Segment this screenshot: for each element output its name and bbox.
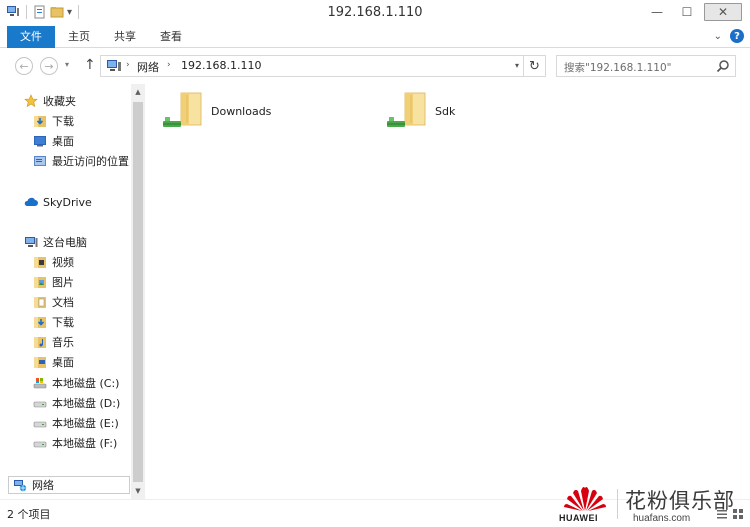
nav-drive-f[interactable]: 本地磁盘 (F:) [33,434,117,452]
star-icon [24,94,38,108]
scroll-thumb[interactable] [133,102,143,482]
downloads-folder-icon [34,317,46,328]
downloads-folder-icon [34,116,46,127]
nav-drive-c[interactable]: 本地磁盘 (C:) [33,374,119,392]
address-bar[interactable]: › 网络 › 192.168.1.110 ▾ [100,55,524,77]
navigation-bar: ← → ▾ ↑ › 网络 › 192.168.1.110 ▾ ↻ 搜索"192.… [0,48,750,84]
tab-file[interactable]: 文件 [7,26,55,48]
nav-skydrive[interactable]: SkyDrive [24,193,92,211]
title-bar: ▾ 192.168.1.110 — ☐ ✕ [0,0,750,26]
breadcrumb-separator-icon[interactable]: › [167,60,171,70]
expand-ribbon-icon[interactable]: ⌄ [714,31,722,42]
nav-videos[interactable]: 视频 [33,253,74,271]
desktop-folder-icon [34,357,46,368]
nav-network[interactable]: 网络 [8,476,130,494]
breadcrumb-host[interactable]: 192.168.1.110 [181,59,261,72]
computer-icon [25,237,38,247]
file-list: Downloads Sdk [145,84,750,499]
desktop-icon [34,136,46,147]
nav-favorites-recent[interactable]: 最近访问的位置 [33,152,129,170]
navigation-pane: 收藏夹 下载 桌面 最近访问的位置 SkyDrive 这台电脑 视频 图片 文档… [0,84,145,499]
recent-places-icon [34,156,46,166]
up-button[interactable]: ↑ [84,57,96,73]
nav-favorites-desktop[interactable]: 桌面 [33,132,74,150]
watermark-url: huafans.com [633,513,691,524]
breadcrumb-network[interactable]: 网络 [137,59,159,75]
cloud-icon [24,197,38,206]
address-history-icon[interactable]: ▾ [515,61,519,70]
watermark: HUAWEI 花粉俱乐部 huafans.com [555,483,750,527]
watermark-brand: HUAWEI [559,513,598,523]
nav-favorites-downloads[interactable]: 下载 [33,112,74,130]
nav-drive-e[interactable]: 本地磁盘 (E:) [33,414,119,432]
minimize-button[interactable]: — [644,3,670,21]
search-input[interactable]: 搜索"192.168.1.110" [556,55,736,77]
search-placeholder: 搜索"192.168.1.110" [564,62,672,74]
item-count: 2 个项目 [7,508,51,521]
folder-name: Sdk [435,104,456,118]
nav-desktop[interactable]: 桌面 [33,353,74,371]
tab-share[interactable]: 共享 [106,26,144,48]
maximize-button[interactable]: ☐ [674,3,700,21]
close-button[interactable]: ✕ [704,3,742,21]
refresh-button[interactable]: ↻ [524,55,546,77]
help-icon[interactable]: ? [730,29,744,43]
huawei-logo-icon [564,487,606,511]
nav-pane-scrollbar[interactable]: ▲ ▼ [131,84,145,499]
nav-this-pc[interactable]: 这台电脑 [24,233,87,251]
forward-button[interactable]: → [40,57,58,75]
tab-home[interactable]: 主页 [60,26,98,48]
system-drive-icon [33,378,47,389]
network-icon [14,480,27,492]
nav-music[interactable]: 音乐 [33,333,74,351]
music-folder-icon [34,337,46,348]
back-button[interactable]: ← [15,57,33,75]
tab-view[interactable]: 查看 [152,26,190,48]
search-icon[interactable] [716,59,730,73]
pictures-folder-icon [34,277,46,288]
drive-icon [33,421,47,428]
network-computer-icon [107,60,121,71]
drive-icon [33,441,47,448]
nav-pictures[interactable]: 图片 [33,273,74,291]
list-item[interactable]: Sdk [385,91,455,131]
shared-folder-icon [387,92,426,127]
scroll-down-icon[interactable]: ▼ [131,483,145,499]
nav-drive-d[interactable]: 本地磁盘 (D:) [33,394,120,412]
nav-documents[interactable]: 文档 [33,293,74,311]
window-title: 192.168.1.110 [327,5,423,20]
drive-icon [33,401,47,408]
videos-folder-icon [34,257,46,268]
folder-name: Downloads [211,104,272,118]
documents-folder-icon [34,297,46,308]
watermark-title: 花粉俱乐部 [625,489,735,513]
nav-downloads[interactable]: 下载 [33,313,74,331]
breadcrumb-separator-icon[interactable]: › [126,60,130,70]
list-item[interactable]: Downloads [161,91,271,131]
recent-locations-icon[interactable]: ▾ [65,60,69,69]
shared-folder-icon [163,92,202,127]
ribbon-tabs: 文件 主页 共享 查看 ⌄ ? [0,26,750,48]
nav-favorites[interactable]: 收藏夹 [24,92,76,110]
window-controls: — ☐ ✕ [644,3,742,21]
scroll-up-icon[interactable]: ▲ [131,84,145,100]
